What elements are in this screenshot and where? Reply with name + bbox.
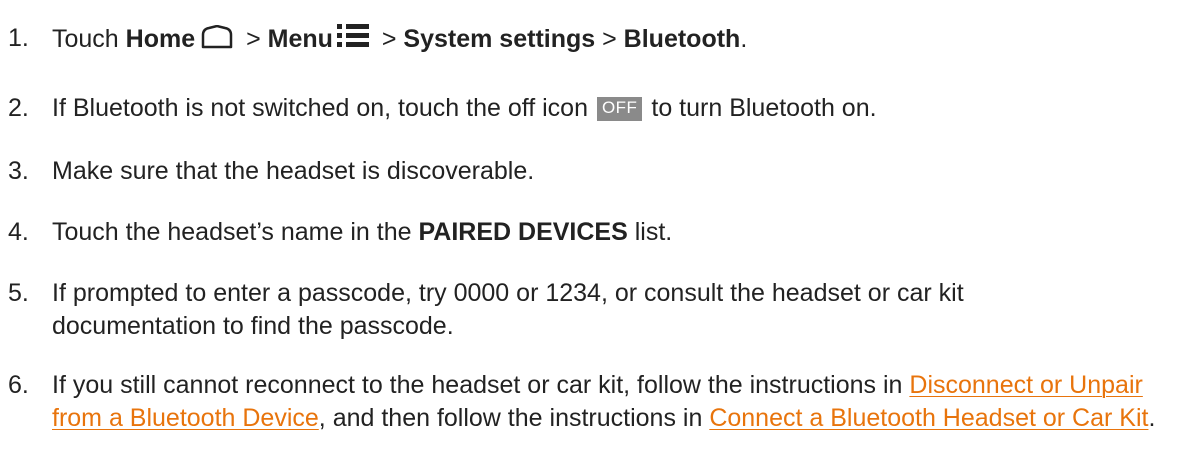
step-number: 2. (8, 94, 29, 122)
menu-icon (336, 22, 369, 50)
step-text-segment: list. (627, 218, 673, 246)
home-label: Home (125, 25, 196, 53)
step-text-segment: , and then follow the instructions in (318, 404, 710, 432)
connect-headset-link[interactable]: Connect a Bluetooth Headset or Car Kit (709, 404, 1148, 432)
step-text-segment: > (239, 25, 268, 53)
step-text-segment: > (595, 25, 624, 53)
step-number: 1. (8, 24, 29, 52)
step-number: 6. (8, 371, 29, 399)
step-number: 4. (8, 218, 29, 246)
step-number: 3. (8, 157, 29, 185)
step-text-line: documentation to find the passcode. (52, 312, 454, 340)
step-text-segment: . (1148, 404, 1156, 432)
step-text-segment: If you still cannot reconnect to the hea… (52, 371, 910, 399)
step-text: If you still cannot reconnect to the hea… (52, 369, 1158, 435)
step-text-segment: Touch (52, 25, 126, 53)
step-text-segment: > (374, 25, 404, 53)
step-text: If Bluetooth is not switched on, touch t… (52, 92, 1183, 125)
step-text: Make sure that the headset is discoverab… (52, 157, 535, 185)
bluetooth-label: Bluetooth (623, 25, 741, 53)
step-text-segment: to turn Bluetooth on. (644, 94, 877, 122)
step-text: Touch Home > Menu > System settings > Bl… (52, 22, 1183, 56)
step-number: 5. (8, 279, 29, 307)
home-icon (199, 24, 235, 49)
step-text: Touch the headset’s name in the PAIRED D… (52, 216, 1183, 249)
off-toggle-icon: OFF (596, 97, 643, 121)
step-text-line: If prompted to enter a passcode, try 000… (52, 279, 964, 307)
step-text-segment: If Bluetooth is not switched on, touch t… (52, 94, 595, 122)
step-text-segment: . (740, 25, 748, 53)
step-text: If prompted to enter a passcode, try 000… (52, 277, 1183, 343)
system-settings-label: System settings (403, 25, 596, 53)
step-text-segment: Touch the headset’s name in the (52, 218, 419, 246)
paired-devices-label: PAIRED DEVICES (418, 218, 628, 246)
menu-label: Menu (267, 25, 333, 53)
